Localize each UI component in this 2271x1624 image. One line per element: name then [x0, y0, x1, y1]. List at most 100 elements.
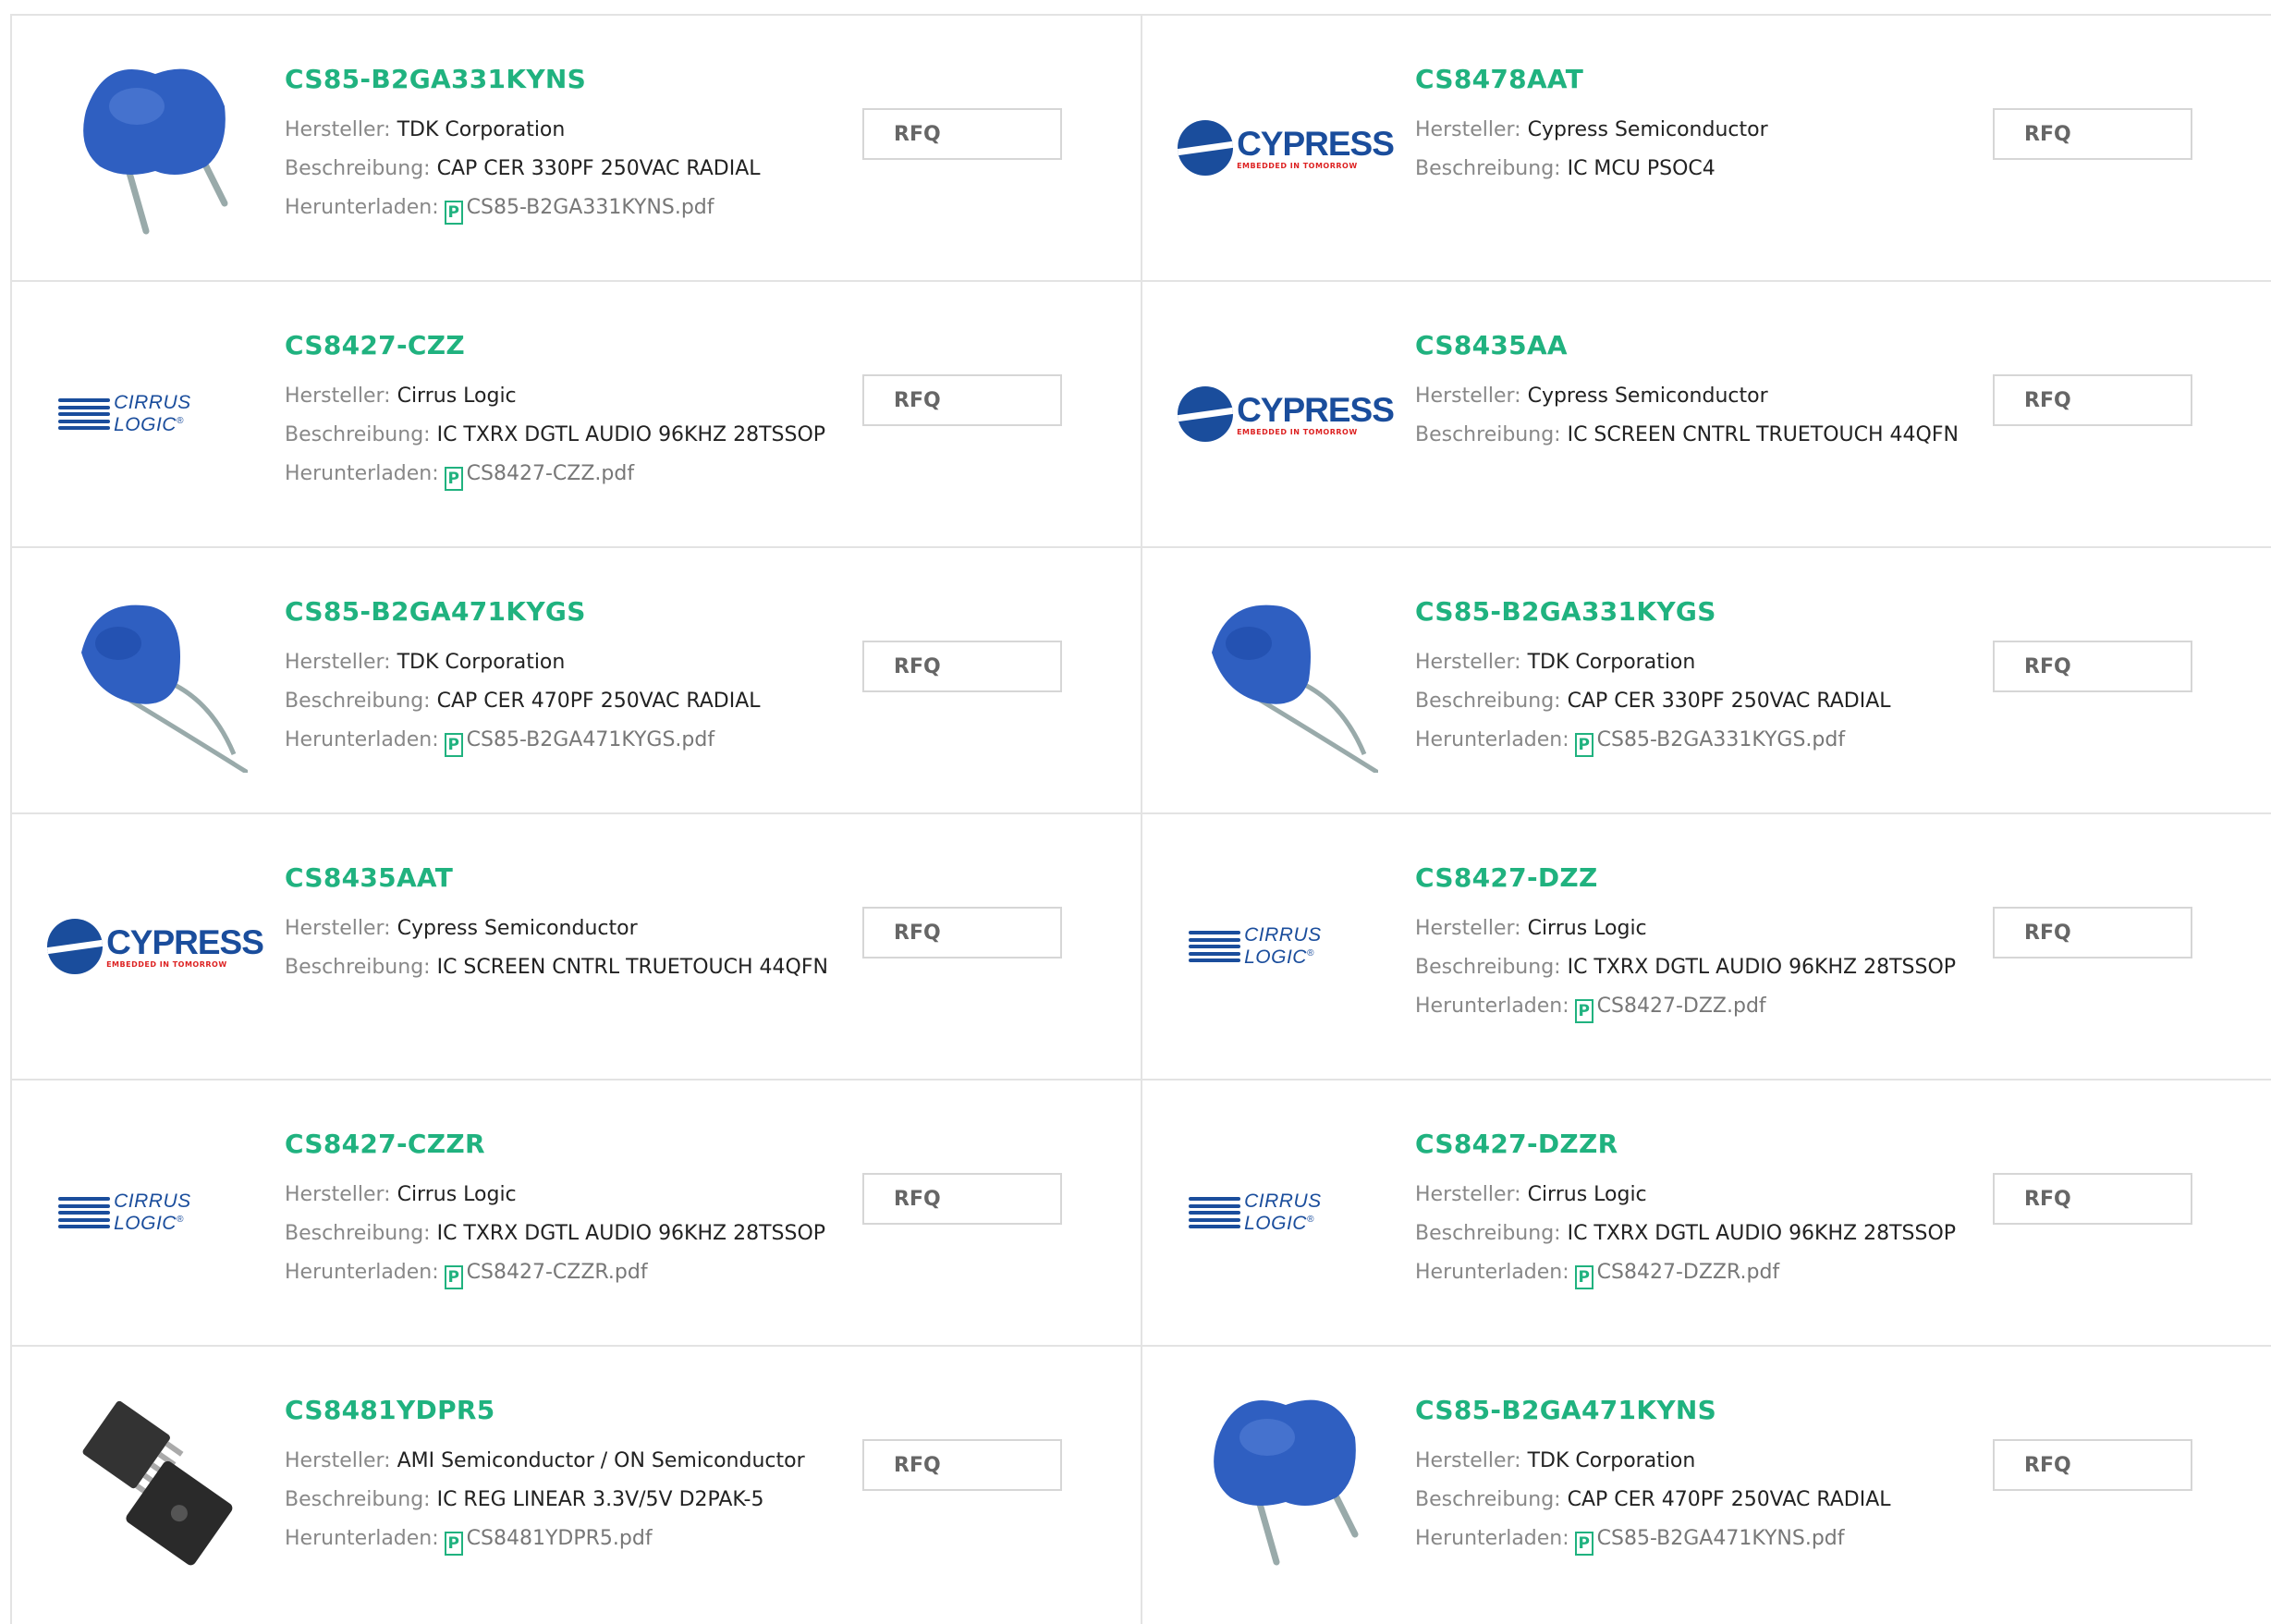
rfq-button[interactable]: RFQ [1993, 1173, 2192, 1225]
capacitor-side-image [81, 604, 248, 773]
description-line: Beschreibung: IC MCU PSOC4 [1415, 150, 1768, 189]
download-line: Herunterladen: P CS8427-CZZ.pdf [285, 455, 825, 494]
datasheet-link[interactable]: CS8427-CZZ.pdf [467, 462, 634, 485]
manufacturer-line: Hersteller: Cirrus Logic [285, 377, 825, 416]
datasheet-link[interactable]: CS85-B2GA471KYNS.pdf [1597, 1527, 1845, 1550]
product-row: CIRRUS LOGIC® CS8427-CZZR Hersteller: Ci… [10, 1079, 2271, 1345]
pdf-icon[interactable]: P [1574, 999, 1593, 1023]
product-thumbnail[interactable] [58, 1382, 252, 1576]
manufacturer-label: Hersteller: [1415, 1449, 1521, 1472]
manufacturer-label: Hersteller: [1415, 1183, 1521, 1206]
product-card: CS85-B2GA471KYNS Hersteller: TDK Corpora… [1141, 1347, 2271, 1624]
cirrus-logic-logo: CIRRUS LOGIC® [1189, 1191, 1383, 1235]
cirrus-lines-icon [1189, 931, 1241, 962]
description-value: IC TXRX DGTL AUDIO 96KHZ 28TSSOP [1567, 1222, 1957, 1245]
product-thumbnail[interactable]: CYPRESS EMBEDDED IN TOMORROW [47, 849, 264, 1044]
product-thumbnail[interactable]: CYPRESS EMBEDDED IN TOMORROW [1178, 317, 1395, 511]
pdf-icon[interactable]: P [1574, 1265, 1593, 1289]
pdf-icon[interactable]: P [444, 1265, 463, 1289]
product-thumbnail[interactable]: CIRRUS LOGIC® [58, 317, 252, 511]
part-number-link[interactable]: CS85-B2GA331KYNS [285, 64, 761, 94]
product-thumbnail[interactable] [1189, 1382, 1383, 1576]
rfq-button[interactable]: RFQ [862, 1173, 1062, 1225]
rfq-button[interactable]: RFQ [862, 907, 1062, 959]
datasheet-link[interactable]: CS8481YDPR5.pdf [467, 1527, 653, 1550]
description-line: Beschreibung: CAP CER 470PF 250VAC RADIA… [1415, 1481, 1891, 1520]
description-line: Beschreibung: IC SCREEN CNTRL TRUETOUCH … [285, 948, 828, 987]
part-number-link[interactable]: CS8435AAT [285, 862, 828, 893]
product-thumbnail[interactable]: CIRRUS LOGIC® [1189, 1116, 1383, 1310]
product-info: CS8481YDPR5 Hersteller: AMI Semiconducto… [285, 1395, 805, 1558]
part-number-link[interactable]: CS85-B2GA331KYGS [1415, 596, 1891, 627]
manufacturer-value: Cypress Semiconductor [1527, 118, 1768, 141]
product-thumbnail[interactable]: CIRRUS LOGIC® [58, 1116, 252, 1310]
pdf-icon[interactable]: P [444, 201, 463, 225]
product-card: CS8481YDPR5 Hersteller: AMI Semiconducto… [10, 1347, 1141, 1624]
part-number-link[interactable]: CS85-B2GA471KYGS [285, 596, 761, 627]
product-thumbnail[interactable]: CYPRESS EMBEDDED IN TOMORROW [1178, 51, 1395, 245]
cypress-globe-icon [1178, 386, 1234, 442]
rfq-button[interactable]: RFQ [1993, 641, 2192, 692]
manufacturer-value: TDK Corporation [397, 118, 566, 141]
manufacturer-line: Hersteller: TDK Corporation [1415, 643, 1891, 682]
part-number-link[interactable]: CS8435AA [1415, 330, 1959, 360]
rfq-button[interactable]: RFQ [1993, 1439, 2192, 1491]
download-label: Herunterladen: [1415, 1261, 1569, 1284]
pdf-icon[interactable]: P [444, 467, 463, 491]
rfq-button[interactable]: RFQ [1993, 374, 2192, 426]
cirrus-wordmark: CIRRUS LOGIC® [1244, 924, 1322, 968]
rfq-button[interactable]: RFQ [862, 1439, 1062, 1491]
manufacturer-line: Hersteller: TDK Corporation [1415, 1442, 1891, 1481]
cirrus-logic-logo: CIRRUS LOGIC® [58, 1191, 252, 1235]
pdf-icon[interactable]: P [1574, 1532, 1593, 1556]
rfq-button[interactable]: RFQ [1993, 108, 2192, 160]
datasheet-link[interactable]: CS85-B2GA331KYNS.pdf [467, 196, 714, 219]
datasheet-link[interactable]: CS85-B2GA331KYGS.pdf [1597, 728, 1845, 751]
product-thumbnail[interactable] [58, 51, 252, 245]
product-card: CYPRESS EMBEDDED IN TOMORROW CS8435AAT He… [10, 814, 1141, 1079]
download-label: Herunterladen: [1415, 728, 1569, 751]
product-grid: CS85-B2GA331KYNS Hersteller: TDK Corpora… [10, 14, 2271, 1624]
manufacturer-line: Hersteller: Cypress Semiconductor [285, 910, 828, 948]
product-info: CS8427-CZZ Hersteller: Cirrus Logic Besc… [285, 330, 825, 494]
manufacturer-line: Hersteller: Cirrus Logic [1415, 910, 1956, 948]
d2pak-package-image [82, 1400, 233, 1566]
product-thumbnail[interactable] [1189, 583, 1383, 777]
cypress-logo: CYPRESS EMBEDDED IN TOMORROW [47, 919, 264, 974]
pdf-icon[interactable]: P [1574, 733, 1593, 757]
rfq-button[interactable]: RFQ [862, 374, 1062, 426]
part-number-link[interactable]: CS8427-DZZ [1415, 862, 1956, 893]
download-label: Herunterladen: [285, 462, 439, 485]
description-line: Beschreibung: IC TXRX DGTL AUDIO 96KHZ 2… [1415, 948, 1956, 987]
rfq-button[interactable]: RFQ [862, 108, 1062, 160]
cypress-logo: CYPRESS EMBEDDED IN TOMORROW [1178, 386, 1395, 442]
product-thumbnail[interactable]: CIRRUS LOGIC® [1189, 849, 1383, 1044]
description-label: Beschreibung: [285, 956, 431, 979]
download-line: Herunterladen: P CS8427-DZZ.pdf [1415, 987, 1956, 1026]
download-label: Herunterladen: [285, 728, 439, 751]
rfq-button[interactable]: RFQ [1993, 907, 2192, 959]
part-number-link[interactable]: CS8427-CZZR [285, 1129, 825, 1159]
pdf-icon[interactable]: P [444, 1532, 463, 1556]
manufacturer-label: Hersteller: [285, 917, 391, 940]
pdf-icon[interactable]: P [444, 733, 463, 757]
part-number-link[interactable]: CS8427-CZZ [285, 330, 825, 360]
product-thumbnail[interactable] [58, 583, 252, 777]
datasheet-link[interactable]: CS8427-DZZR.pdf [1597, 1261, 1780, 1284]
datasheet-link[interactable]: CS8427-CZZR.pdf [467, 1261, 648, 1284]
part-number-link[interactable]: CS85-B2GA471KYNS [1415, 1395, 1891, 1425]
manufacturer-label: Hersteller: [1415, 917, 1521, 940]
rfq-button[interactable]: RFQ [862, 641, 1062, 692]
product-card: CIRRUS LOGIC® CS8427-CZZ Hersteller: Cir… [10, 282, 1141, 546]
part-number-link[interactable]: CS8478AAT [1415, 64, 1768, 94]
manufacturer-line: Hersteller: TDK Corporation [285, 643, 761, 682]
download-line: Herunterladen: P CS8427-DZZR.pdf [1415, 1253, 1956, 1292]
description-value: CAP CER 470PF 250VAC RADIAL [1567, 1488, 1891, 1511]
part-number-link[interactable]: CS8427-DZZR [1415, 1129, 1956, 1159]
part-number-link[interactable]: CS8481YDPR5 [285, 1395, 805, 1425]
cypress-globe-icon [47, 919, 104, 974]
description-value: IC TXRX DGTL AUDIO 96KHZ 28TSSOP [436, 423, 826, 446]
datasheet-link[interactable]: CS8427-DZZ.pdf [1597, 995, 1766, 1018]
datasheet-link[interactable]: CS85-B2GA471KYGS.pdf [467, 728, 714, 751]
product-card: CS85-B2GA471KYGS Hersteller: TDK Corpora… [10, 548, 1141, 812]
